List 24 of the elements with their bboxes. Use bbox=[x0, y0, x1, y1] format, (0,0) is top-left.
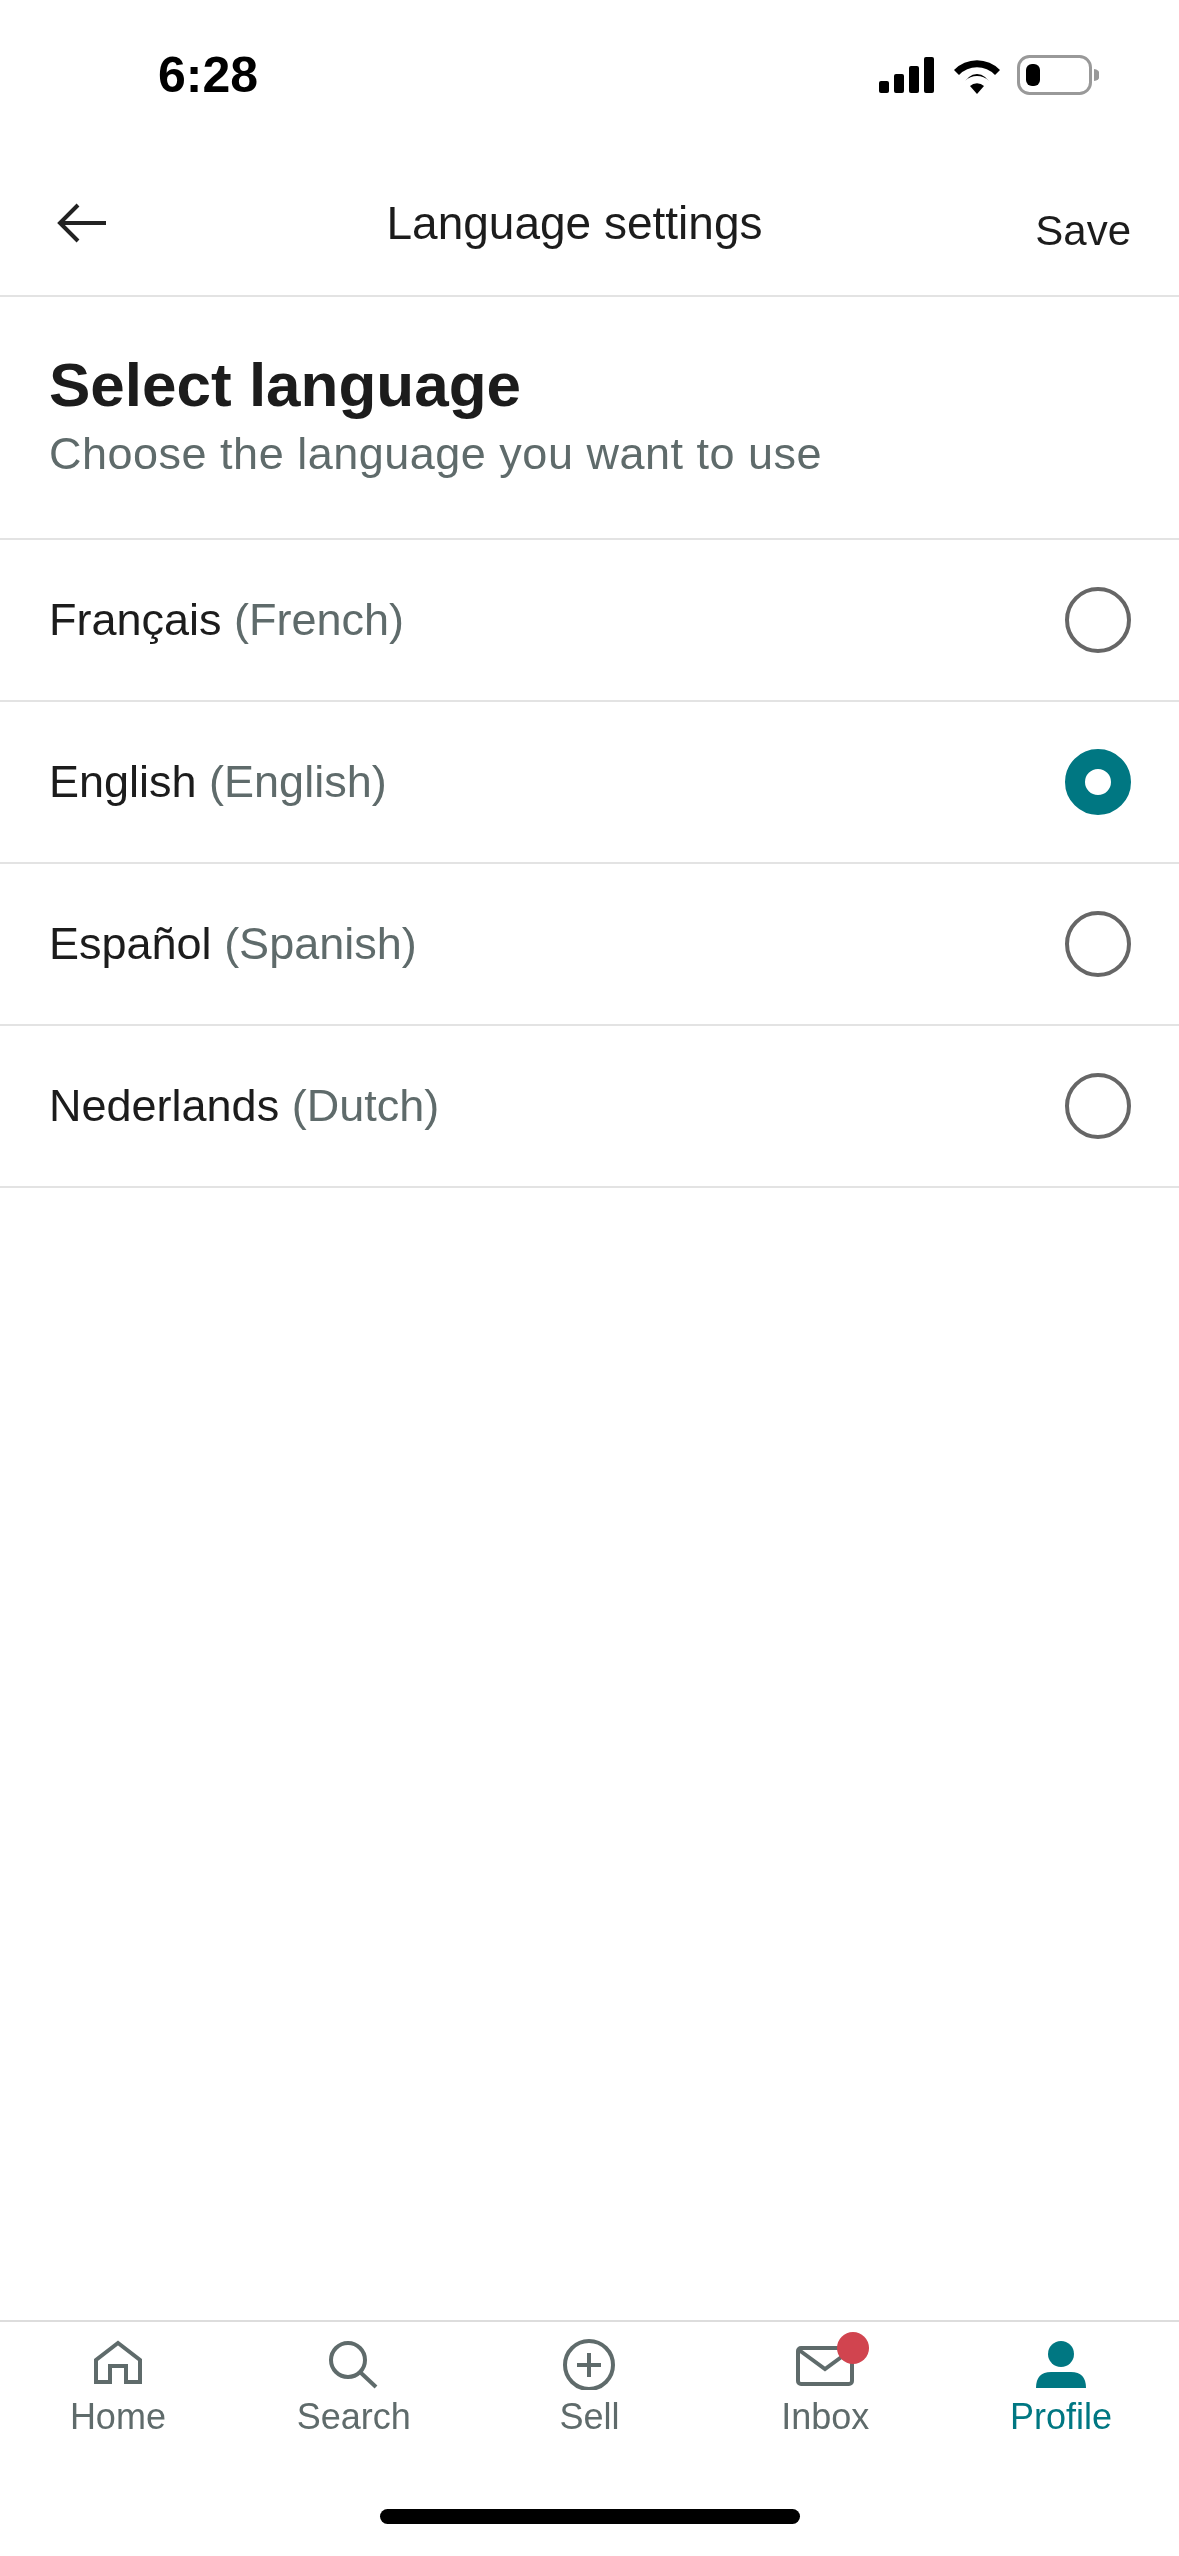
battery-icon bbox=[1017, 55, 1099, 95]
section-subtitle: Choose the language you want to use bbox=[49, 428, 824, 480]
language-label: English (English) bbox=[49, 756, 387, 808]
status-time: 6:28 bbox=[158, 46, 259, 104]
section-title: Select language bbox=[49, 349, 523, 420]
page-title: Language settings bbox=[385, 195, 764, 250]
radio-button[interactable] bbox=[1065, 911, 1131, 977]
language-option[interactable]: English (English) bbox=[0, 702, 1179, 864]
tab-item[interactable]: Inbox bbox=[707, 2326, 944, 2476]
language-option[interactable]: Français (French) bbox=[0, 540, 1179, 702]
tab-item[interactable]: Search bbox=[235, 2326, 472, 2476]
signal-icon bbox=[879, 57, 937, 93]
save-button[interactable]: Save bbox=[1035, 198, 1131, 263]
language-label: Français (French) bbox=[49, 594, 405, 646]
language-label: Nederlands (Dutch) bbox=[49, 1080, 440, 1132]
tab-item[interactable]: Profile bbox=[943, 2326, 1179, 2476]
radio-button[interactable] bbox=[1065, 587, 1131, 653]
radio-button[interactable] bbox=[1065, 1073, 1131, 1139]
tab-item[interactable]: Sell bbox=[471, 2326, 708, 2476]
tab-item[interactable]: Home bbox=[0, 2326, 236, 2476]
language-option[interactable]: Nederlands (Dutch) bbox=[0, 1026, 1179, 1188]
language-label: Español (Spanish) bbox=[49, 918, 417, 970]
language-option[interactable]: Español (Spanish) bbox=[0, 864, 1179, 1026]
back-arrow-icon bbox=[56, 201, 108, 244]
